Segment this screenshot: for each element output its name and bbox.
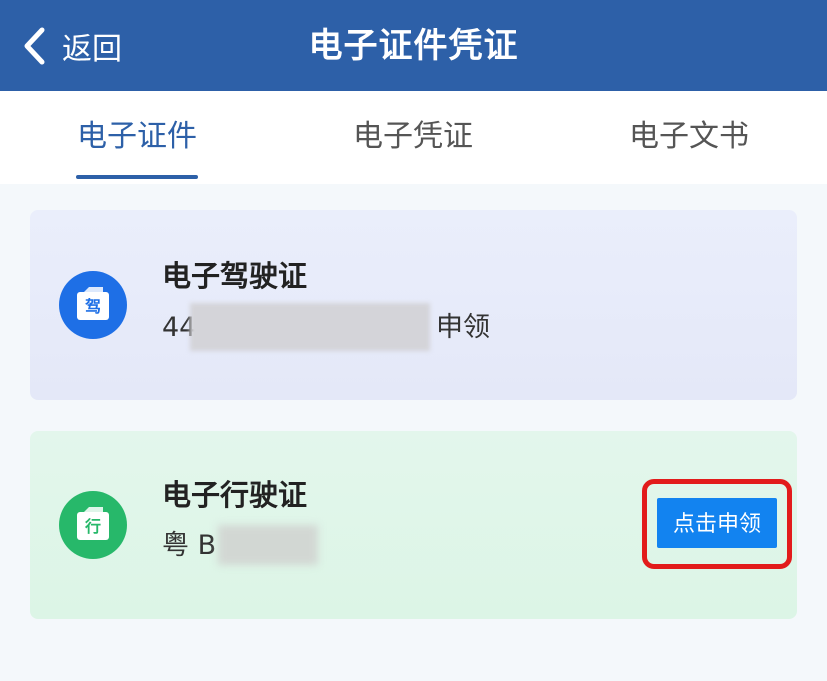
tab-electronic-vouchers[interactable]: 电子凭证 (353, 117, 473, 157)
driver-license-title: 电子驾驶证 (162, 259, 308, 293)
driver-license-icon: 驾 (59, 271, 127, 339)
vehicle-license-icon: 行 (59, 491, 127, 559)
page-title: 电子证件凭证 (308, 26, 519, 66)
tab-bar: 电子证件 电子凭证 电子文书 (0, 91, 827, 184)
vehicle-license-title: 电子行驶证 (162, 478, 308, 512)
driver-license-icon-char: 驾 (84, 297, 101, 316)
plate-number-prefix: 粤 B (162, 530, 217, 561)
active-tab-indicator (76, 175, 198, 179)
vehicle-license-card[interactable]: 行 电子行驶证 粤 B 点击申领 (30, 431, 797, 619)
license-status-text: 申领 (436, 312, 490, 343)
redacted-plate-number (218, 525, 318, 565)
driver-license-card[interactable]: 驾 电子驾驶证 44 申领 (30, 210, 797, 400)
apply-button[interactable]: 点击申领 (657, 498, 777, 548)
tab-electronic-certificates[interactable]: 电子证件 (77, 117, 197, 157)
top-nav-bar: 返回 电子证件凭证 (0, 0, 827, 91)
redacted-license-number (190, 303, 430, 351)
vehicle-license-icon-char: 行 (84, 517, 101, 536)
tab-electronic-documents[interactable]: 电子文书 (629, 117, 749, 157)
